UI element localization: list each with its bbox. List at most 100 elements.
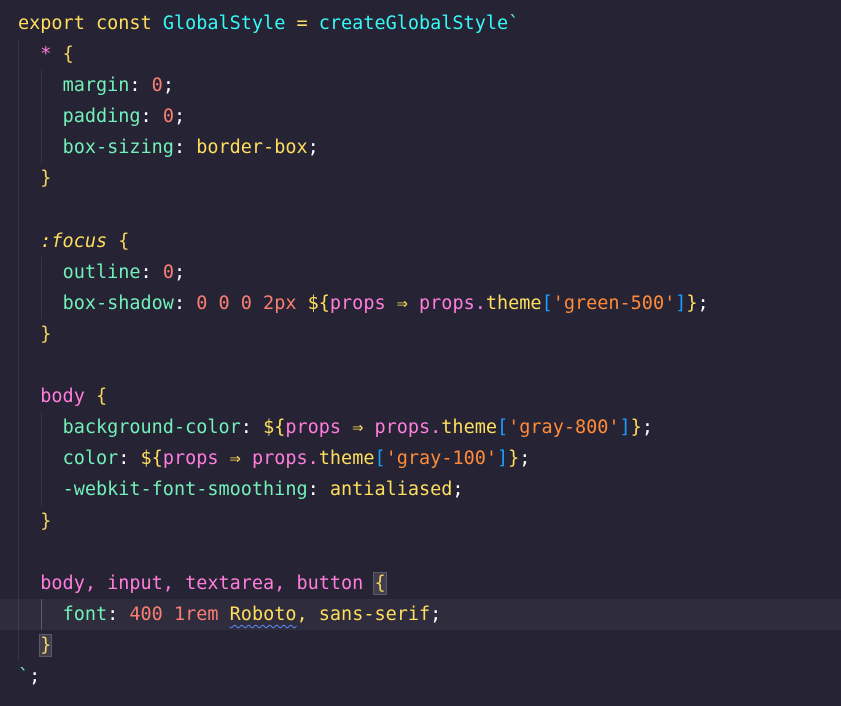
arrow-param: props [285,417,342,439]
css-value: antialiased [329,479,453,501]
semicolon: ; [307,137,319,159]
template-open: ${ [263,417,286,439]
indent-guide [18,536,19,568]
colon: : [140,261,152,283]
css-property: outline [62,261,141,283]
semicolon: ; [697,292,709,314]
font-family-rest: , sans-serif [296,603,431,625]
arrow-operator: ⇒ [396,292,408,314]
colon: : [129,75,141,97]
template-close: } [630,417,642,439]
bracket-open: [ [374,448,386,470]
code-line-4[interactable]: padding: 0; [0,101,841,133]
code-line-17[interactable]: } [0,505,841,537]
code-line-2[interactable]: * { [0,39,841,71]
brace-close: } [40,510,52,532]
string-literal: 'green-500' [552,292,676,314]
code-line-15[interactable]: color: ${props ⇒ props.theme['gray-100']… [0,443,841,475]
css-property: -webkit-font-smoothing [62,479,308,501]
indent-guide [41,101,42,133]
object-props: props. [251,448,319,470]
css-property: color [62,448,119,470]
colon: : [107,603,119,625]
indent-guide [18,381,19,413]
code-line-12[interactable] [0,350,841,382]
selector-universal: * [40,44,52,66]
code-line-19[interactable]: body, input, textarea, button { [0,567,841,599]
colon: : [240,417,252,439]
semicolon: ; [430,603,442,625]
indent-guide [18,350,19,382]
arrow-operator: ⇒ [229,448,241,470]
code-line-18[interactable] [0,536,841,568]
css-property: background-color [62,417,241,439]
property-theme: theme [485,292,542,314]
css-property: padding [62,106,141,128]
semicolon: ; [452,479,464,501]
keyword-export: export [18,13,85,34]
bracket-close: ] [675,292,687,314]
indent-guide [18,412,19,444]
semicolon: ; [519,448,531,470]
code-line-21[interactable]: } [0,629,841,661]
brace-open: { [118,230,130,252]
indent-guide [18,598,19,630]
indent-guide [18,443,19,475]
indent-guide [18,132,19,164]
property-theme: theme [441,417,497,439]
semicolon: ; [641,417,653,439]
css-value: border-box [196,137,308,159]
bracket-close: ] [497,448,509,470]
indent-guide [18,163,19,195]
code-line-22[interactable]: `; [0,661,841,692]
bracket-close: ] [619,417,631,439]
code-line-9[interactable]: outline: 0; [0,256,841,288]
template-close: } [508,448,520,470]
colon: : [173,292,186,314]
font-family-warning[interactable]: Roboto [230,604,297,625]
code-line-16[interactable]: -webkit-font-smoothing: antialiased; [0,474,841,506]
css-value: 0 [151,75,163,97]
selector-focus: :focus [40,230,108,252]
indent-guide [18,505,19,537]
colon: : [140,106,152,128]
brace-open: { [62,44,74,66]
code-line-14[interactable]: background-color: ${props ⇒ props.theme[… [0,412,841,444]
semicolon: ; [29,665,41,687]
object-props: props. [374,417,442,439]
indent-guide [18,70,19,102]
code-line-1[interactable]: export const GlobalStyle = createGlobalS… [0,8,841,39]
code-line-6[interactable]: } [0,163,841,195]
brace-close: } [40,323,52,345]
css-property: box-sizing [62,137,174,159]
css-value: 0 [162,261,174,283]
code-line-5[interactable]: box-sizing: border-box; [0,132,841,164]
indent-guide [41,70,42,102]
arrow-operator: ⇒ [352,417,364,439]
brace-open: { [95,386,108,408]
indent-guide [41,474,42,506]
string-literal: 'gray-800' [508,417,620,439]
code-line-11[interactable]: } [0,318,841,351]
code-line-10[interactable]: box-shadow: 0 0 0 2px ${props ⇒ props.th… [0,287,841,319]
template-open: ${ [307,292,330,314]
css-property: margin [62,75,130,97]
indent-guide [18,287,19,319]
indent-guide [41,287,42,319]
operator-equals: = [296,13,308,34]
indent-guide [18,101,19,133]
property-theme: theme [318,448,375,470]
template-tick-open: ` [508,13,520,34]
selector-body: body [40,386,85,408]
string-literal: 'gray-100' [385,448,498,470]
indent-guide [41,132,42,164]
code-line-3[interactable]: margin: 0; [0,70,841,102]
colon: : [307,479,319,501]
indent-guide [18,194,19,226]
arrow-param: props [162,448,219,470]
code-line-20[interactable]: font: 400 1rem Roboto, sans-serif; [0,598,841,630]
code-line-8[interactable]: :focus { [0,225,841,257]
code-line-7[interactable] [0,194,841,226]
code-editor[interactable]: export const GlobalStyle = createGlobalS… [0,0,841,706]
code-line-13[interactable]: body { [0,381,841,413]
